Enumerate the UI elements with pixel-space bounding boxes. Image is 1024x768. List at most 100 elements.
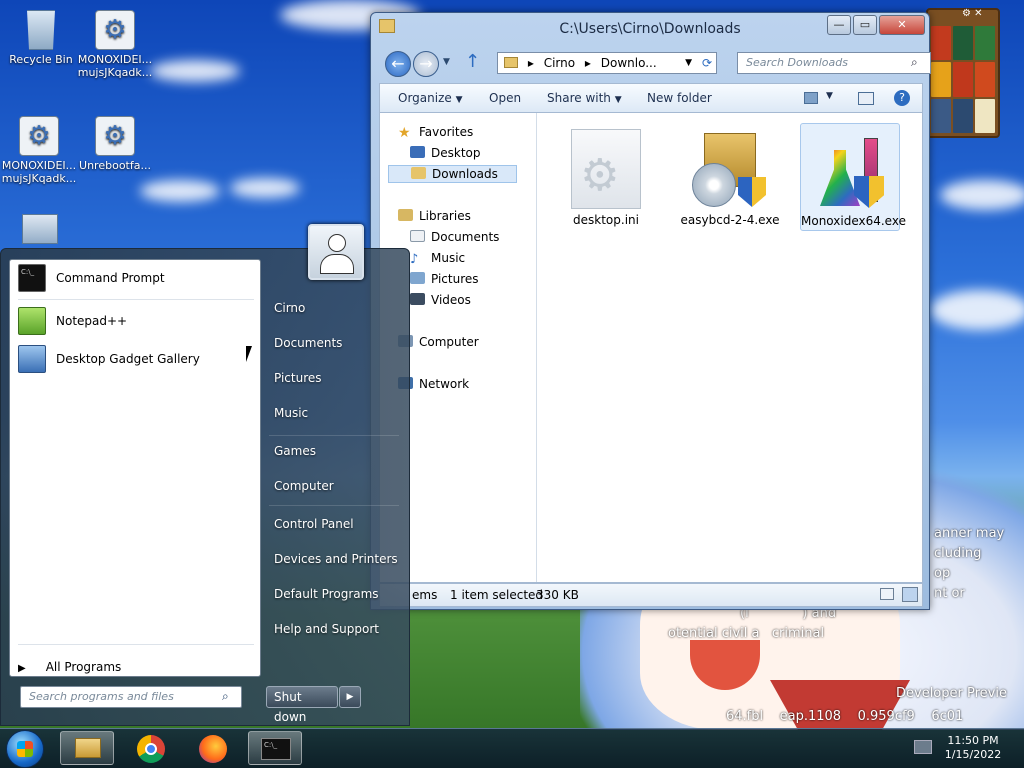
separator xyxy=(18,299,254,300)
details-view-icon[interactable] xyxy=(880,588,894,600)
nav-music[interactable]: ♪ Music xyxy=(410,251,465,267)
open-button[interactable]: Open xyxy=(489,91,521,105)
wallpaper-text: cluding xyxy=(934,546,982,561)
desktop-icon-label: Recycle Bin xyxy=(9,53,73,66)
start-link-games[interactable]: Games xyxy=(274,444,316,458)
large-icons-view-icon[interactable] xyxy=(902,587,918,602)
refresh-icon[interactable]: ⟳ xyxy=(702,53,712,73)
nav-computer[interactable]: Computer xyxy=(398,335,479,349)
folder-icon xyxy=(504,57,518,68)
address-bar[interactable]: ▸ Cirno ▸ Downlo... ▼ ⟳ xyxy=(497,52,717,74)
system-clock[interactable]: 11:50 PM 1/15/2022 xyxy=(938,734,1008,762)
start-link-devices-printers[interactable]: Devices and Printers xyxy=(274,552,398,566)
pictures-icon xyxy=(410,272,425,284)
separator xyxy=(269,435,399,436)
desktop-icon xyxy=(410,146,425,158)
installer-icon xyxy=(690,129,770,209)
wallpaper-cloud xyxy=(930,290,1024,330)
program-command-prompt[interactable]: C:\_ Command Prompt xyxy=(14,260,258,296)
maximize-button[interactable]: ▭ xyxy=(853,15,877,35)
start-link-music[interactable]: Music xyxy=(274,406,308,420)
command-bar: Organize ▼ Open Share with ▼ New folder … xyxy=(379,83,923,113)
taskbar-firefox[interactable] xyxy=(186,731,240,765)
shutdown-button[interactable]: Shut down xyxy=(266,686,338,724)
windows-logo-icon xyxy=(17,741,33,757)
program-notepad-plus-plus[interactable]: Notepad++ xyxy=(14,303,258,339)
breadcrumb-cirno[interactable]: Cirno xyxy=(544,56,575,70)
desktop-icon-label: MONOXIDEI... mujsJKqadk... xyxy=(77,53,153,79)
nav-videos[interactable]: Videos xyxy=(410,293,471,307)
separator xyxy=(18,644,254,645)
taskbar-explorer[interactable] xyxy=(60,731,114,765)
organize-button[interactable]: Organize ▼ xyxy=(398,91,463,105)
all-programs-button[interactable]: ▶ All Programs xyxy=(18,660,121,674)
nav-desktop[interactable]: Desktop xyxy=(410,146,481,160)
help-icon[interactable]: ? xyxy=(894,90,910,106)
explorer-titlebar[interactable]: C:\Users\Cirno\Downloads — ▭ ✕ xyxy=(371,13,929,43)
explorer-window[interactable]: C:\Users\Cirno\Downloads — ▭ ✕ ← → ▼ ↑ ▸… xyxy=(370,12,931,610)
puzzle-gadget[interactable] xyxy=(926,8,1000,138)
desktop-icon-recycle-bin[interactable]: Recycle Bin xyxy=(2,10,80,66)
search-input[interactable]: Search Downloads xyxy=(737,52,931,74)
explorer-content: ★ Favorites Desktop Downloads Libraries D… xyxy=(379,113,923,583)
clock-time: 11:50 PM xyxy=(947,734,999,747)
search-icon[interactable]: ⌕ xyxy=(911,55,918,70)
computer-icon[interactable] xyxy=(22,214,58,244)
recycle-bin-icon xyxy=(27,10,55,50)
nav-libraries[interactable]: Libraries xyxy=(398,209,471,223)
up-arrow-icon[interactable]: ↑ xyxy=(465,51,480,72)
separator xyxy=(269,505,399,506)
nav-documents[interactable]: Documents xyxy=(410,230,499,244)
desktop-icon-label: MONOXIDEI... mujsJKqadk... xyxy=(1,159,77,185)
change-view-icon[interactable] xyxy=(804,92,818,104)
recent-pages-chevron-icon[interactable]: ▼ xyxy=(443,57,450,67)
wallpaper-text: Developer Previe xyxy=(896,686,1007,701)
search-icon[interactable]: ⌕ xyxy=(222,689,229,704)
start-link-control-panel[interactable]: Control Panel xyxy=(274,517,354,531)
start-menu-programs-pane: C:\_ Command Prompt Notepad++ Desktop Ga… xyxy=(9,259,261,677)
desktop-icon-unrebootfa[interactable]: Unrebootfa... xyxy=(76,116,154,172)
user-body-icon xyxy=(320,254,354,274)
nav-pictures[interactable]: Pictures xyxy=(410,272,479,286)
start-link-pictures[interactable]: Pictures xyxy=(274,371,322,385)
forward-button[interactable]: → xyxy=(413,51,439,77)
shutdown-options-arrow-icon[interactable]: ▶ xyxy=(339,686,361,708)
nav-downloads[interactable]: Downloads xyxy=(388,165,517,183)
file-monoxidex64[interactable]: Monoxidex64.exe xyxy=(800,123,906,231)
share-with-button[interactable]: Share with ▼ xyxy=(547,91,622,105)
address-dropdown-icon[interactable]: ▼ xyxy=(685,53,692,73)
action-center-flag-icon[interactable] xyxy=(914,740,932,754)
new-folder-button[interactable]: New folder xyxy=(647,91,712,105)
status-size: 330 KB xyxy=(536,588,579,602)
wallpaper-cloud xyxy=(230,178,300,198)
downloads-folder-icon xyxy=(411,167,426,179)
start-search-input[interactable]: Search programs and files xyxy=(20,686,242,708)
start-link-computer[interactable]: Computer xyxy=(274,479,334,493)
start-link-documents[interactable]: Documents xyxy=(274,336,342,350)
start-link-help-support[interactable]: Help and Support xyxy=(274,622,379,636)
gadget-controls[interactable]: ⚙ ✕ xyxy=(962,8,983,19)
start-link-default-programs[interactable]: Default Programs xyxy=(274,587,379,601)
minimize-button[interactable]: — xyxy=(827,15,851,35)
user-avatar[interactable] xyxy=(308,224,364,280)
gadget-gallery-icon xyxy=(18,345,46,373)
taskbar-command-prompt[interactable]: C:\_ xyxy=(248,731,302,765)
status-bar: ems 1 item selected 330 KB xyxy=(379,583,923,607)
preview-pane-icon[interactable] xyxy=(858,92,874,105)
taskbar-chrome[interactable] xyxy=(124,731,178,765)
desktop-icon-monoxide-file[interactable]: MONOXIDEI... mujsJKqadk... xyxy=(76,10,154,79)
start-button[interactable] xyxy=(6,730,44,768)
libraries-icon xyxy=(398,209,413,221)
start-link-user[interactable]: Cirno xyxy=(274,301,305,315)
view-options-chevron-icon[interactable]: ▼ xyxy=(826,91,833,101)
file-easybcd[interactable]: easybcd-2-4.exe xyxy=(680,129,780,227)
desktop-icon-monoxide-file-2[interactable]: MONOXIDEI... mujsJKqadk... xyxy=(0,116,78,185)
file-name: desktop.ini xyxy=(573,213,639,227)
nav-favorites[interactable]: ★ Favorites xyxy=(398,125,473,141)
close-button[interactable]: ✕ xyxy=(879,15,925,35)
program-desktop-gadget-gallery[interactable]: Desktop Gadget Gallery xyxy=(14,341,258,377)
mouse-cursor-icon xyxy=(246,346,252,362)
file-desktop-ini[interactable]: ⚙ desktop.ini xyxy=(556,129,656,227)
breadcrumb-downloads[interactable]: Downlo... xyxy=(601,56,657,70)
back-button[interactable]: ← xyxy=(385,51,411,77)
